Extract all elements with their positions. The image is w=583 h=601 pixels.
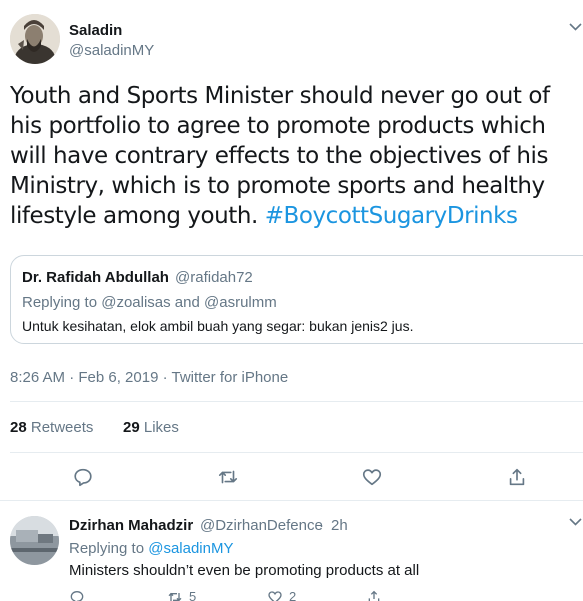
retweet-icon bbox=[168, 592, 182, 601]
quoted-text: Untuk kesihatan, elok ambil buah yang se… bbox=[22, 318, 414, 334]
reply-retweet-button[interactable]: 5 bbox=[167, 589, 196, 601]
reply-icon[interactable] bbox=[72, 466, 94, 488]
reply-author-handle[interactable]: @DzirhanDefence bbox=[200, 517, 323, 534]
quoted-tweet[interactable]: Dr. Rafidah Abdullah @rafidah72 Replying… bbox=[10, 255, 583, 344]
divider bbox=[0, 500, 583, 501]
retweets-stat[interactable]: 28 Retweets bbox=[10, 419, 93, 436]
retweet-icon[interactable] bbox=[217, 466, 239, 488]
reply-text: Ministers shouldn’t even be promoting pr… bbox=[69, 562, 420, 579]
reply-replying-to: Replying to @saladinMY bbox=[69, 540, 233, 557]
reply-author-avatar[interactable] bbox=[10, 516, 59, 565]
retweets-label: Retweets bbox=[30, 419, 94, 436]
quoted-replying-prefix: Replying to bbox=[22, 294, 98, 311]
quoted-replying-handles: @zoalisas and @asrulmm bbox=[101, 294, 277, 311]
divider bbox=[10, 401, 583, 402]
likes-count: 29 bbox=[123, 419, 140, 436]
retweets-count: 28 bbox=[10, 419, 27, 436]
reply-time[interactable]: 2h bbox=[331, 517, 348, 534]
tweet-timestamp[interactable]: 8:26 AM · Feb 6, 2019 · Twitter for iPho… bbox=[10, 369, 288, 386]
chevron-down-icon[interactable] bbox=[568, 20, 583, 34]
share-icon bbox=[368, 590, 380, 601]
like-icon bbox=[268, 591, 282, 601]
quoted-author-name: Dr. Rafidah Abdullah bbox=[22, 269, 169, 286]
reply-retweet-count: 5 bbox=[189, 589, 197, 601]
tweet-detail-page: Saladin @saladinMY Youth and Sports Mini… bbox=[0, 0, 583, 601]
reply-replying-handle[interactable]: @saladinMY bbox=[148, 540, 233, 557]
author-handle[interactable]: @saladinMY bbox=[69, 42, 154, 59]
likes-label: Likes bbox=[143, 419, 179, 436]
reply-like-count: 2 bbox=[289, 589, 297, 601]
tweet-text: Youth and Sports Minister should never g… bbox=[10, 81, 583, 231]
reply-author-name[interactable]: Dzirhan Mahadzir bbox=[69, 517, 193, 534]
like-icon[interactable] bbox=[361, 466, 383, 488]
reply-separator: · bbox=[319, 517, 324, 534]
author-avatar[interactable] bbox=[10, 14, 60, 64]
reply-reply-button[interactable] bbox=[69, 589, 85, 601]
reply-icon bbox=[70, 590, 84, 601]
share-icon[interactable] bbox=[506, 466, 528, 488]
portrait-avatar-icon bbox=[10, 14, 60, 64]
hashtag-link[interactable]: #BoycottSugaryDrinks bbox=[265, 203, 518, 229]
landscape-avatar-icon bbox=[10, 516, 59, 565]
quoted-replying-to: Replying to @zoalisas and @asrulmm bbox=[22, 294, 277, 311]
likes-stat[interactable]: 29 Likes bbox=[123, 419, 179, 436]
reply-share-button[interactable] bbox=[366, 589, 382, 601]
author-name[interactable]: Saladin bbox=[69, 22, 122, 39]
quoted-author-handle: @rafidah72 bbox=[175, 269, 253, 286]
chevron-down-icon[interactable] bbox=[568, 515, 583, 529]
reply-replying-prefix: Replying to bbox=[69, 540, 145, 557]
divider bbox=[10, 452, 583, 453]
reply-like-button[interactable]: 2 bbox=[267, 589, 296, 601]
